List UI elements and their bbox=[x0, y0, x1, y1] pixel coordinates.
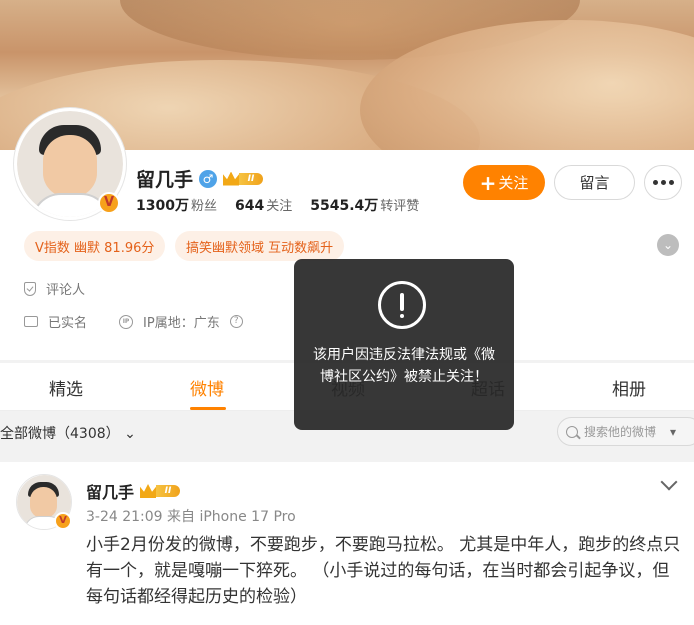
post-search-input[interactable]: 搜索他的微博 ▾ bbox=[557, 417, 694, 446]
tab-featured[interactable]: 精选 bbox=[49, 375, 83, 400]
info-verified-label: 已实名 bbox=[48, 316, 88, 331]
toast-message: 该用户因违反法律法规或《微博社区公约》被禁止关注！ bbox=[313, 347, 495, 385]
plus-icon: + bbox=[479, 170, 497, 195]
stat-following[interactable]: 644 关注 bbox=[235, 195, 292, 215]
tag-domain[interactable]: 搞笑幽默领域 互动数飙升 bbox=[175, 231, 345, 261]
dot-icon bbox=[660, 180, 666, 185]
post-author-row: 留几手 II bbox=[86, 479, 181, 503]
dot-icon bbox=[668, 180, 674, 185]
help-question-icon[interactable]: ? bbox=[229, 315, 243, 328]
info-role-label: 评论人 bbox=[46, 283, 86, 298]
stat-interactions: 5545.4万 转评赞 bbox=[310, 198, 420, 214]
verified-v-icon: V bbox=[54, 512, 72, 530]
search-icon bbox=[566, 425, 578, 438]
stat-followers[interactable]: 1300万 粉丝 bbox=[136, 195, 217, 215]
verified-v-icon: V bbox=[98, 192, 120, 214]
profile-name-row: 留几手 ♂ II bbox=[136, 165, 264, 192]
male-gender-icon: ♂ bbox=[199, 169, 218, 188]
post-timestamp-source: 3-24 21:09 来自 iPhone 17 Pro bbox=[86, 509, 296, 525]
active-tab-indicator bbox=[190, 407, 226, 410]
post-options-chevron-icon[interactable] bbox=[660, 473, 678, 491]
info-ip-label: IP属地：广东 bbox=[143, 316, 220, 331]
post-text: 小手2月份发的微博，不要跑步，不要跑马拉松。 尤其是中年人，跑步的终点只有一个，… bbox=[86, 535, 681, 607]
more-options-button[interactable] bbox=[644, 165, 682, 200]
expand-chevron-icon[interactable]: ⌄ bbox=[657, 234, 679, 256]
follow-button[interactable]: + 关注 bbox=[463, 165, 545, 200]
info-role: 评论人 bbox=[24, 279, 85, 298]
id-card-icon bbox=[24, 316, 38, 327]
error-toast: 该用户因违反法律法规或《微博社区公约》被禁止关注！ bbox=[294, 259, 514, 430]
chevron-down-icon: ⌄ bbox=[124, 426, 136, 442]
info-verification: 已实名 IP IP属地：广东 ? bbox=[24, 312, 243, 331]
dot-icon bbox=[652, 180, 658, 185]
profile-stats: 1300万 粉丝 644 关注 5545.4万 转评赞 bbox=[136, 195, 419, 215]
caret-down-icon: ▾ bbox=[670, 424, 677, 439]
message-button[interactable]: 留言 bbox=[554, 165, 635, 200]
search-placeholder: 搜索他的微博 bbox=[584, 425, 657, 439]
ip-icon: IP bbox=[119, 314, 134, 329]
tab-weibo[interactable]: 微博 bbox=[190, 375, 224, 400]
all-posts-filter[interactable]: 全部微博（4308） ⌄ bbox=[0, 423, 136, 443]
shield-icon bbox=[24, 281, 36, 296]
follow-button-label: 关注 bbox=[498, 174, 529, 192]
post-card: V 留几手 II 3-24 21:09 来自 iPhone 17 Pro 小手2… bbox=[0, 462, 694, 625]
post-author-name[interactable]: 留几手 bbox=[86, 479, 134, 503]
profile-username: 留几手 bbox=[136, 169, 194, 191]
vip-crown-icon: II bbox=[140, 483, 181, 499]
exclamation-icon bbox=[378, 281, 426, 329]
tab-album[interactable]: 相册 bbox=[612, 375, 646, 400]
tag-v-index[interactable]: V指数 幽默 81.96分 bbox=[24, 231, 166, 261]
vip-level-badge: II bbox=[239, 172, 264, 185]
vip-crown-icon[interactable]: II bbox=[223, 171, 264, 187]
